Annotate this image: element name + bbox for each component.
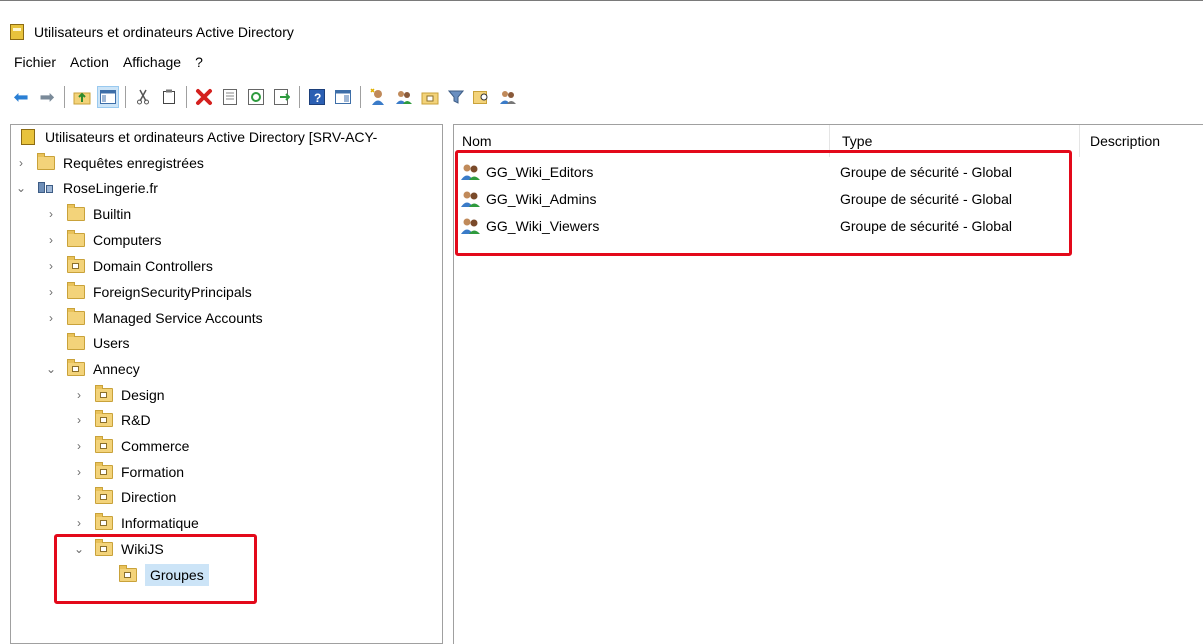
refresh-icon[interactable] [245, 86, 267, 108]
chevron-right-icon[interactable]: › [45, 233, 57, 247]
properties-icon[interactable] [219, 86, 241, 108]
svg-text:?: ? [314, 91, 321, 105]
tree-root[interactable]: Utilisateurs et ordinateurs Active Direc… [21, 125, 377, 149]
highlight-box-wikijs [54, 534, 257, 604]
aduc-root-icon [21, 129, 35, 145]
back-icon[interactable]: ⬅ [10, 86, 32, 108]
tree-item-builtin[interactable]: › Builtin [45, 202, 131, 226]
chevron-right-icon[interactable]: › [73, 516, 85, 530]
toolbar: ⬅ ➡ ? [10, 84, 523, 110]
toolbar-separator [360, 86, 361, 108]
toolbar-separator [299, 86, 300, 108]
folder-icon [67, 333, 85, 350]
tree-item-domain-controllers[interactable]: › Domain Controllers [45, 254, 213, 278]
chevron-right-icon[interactable]: › [45, 259, 57, 273]
tree-item-computers[interactable]: › Computers [45, 228, 161, 252]
tree-item-informatique[interactable]: › Informatique [73, 511, 199, 535]
ou-icon [95, 410, 113, 427]
tree-item-rd[interactable]: › R&D [73, 408, 151, 432]
chevron-right-icon[interactable]: › [15, 156, 27, 170]
tree-item-annecy[interactable]: ⌄ Annecy [45, 357, 140, 381]
tree-label: Formation [121, 464, 185, 480]
chevron-right-icon[interactable]: › [73, 490, 85, 504]
tree-label: ForeignSecurityPrincipals [93, 284, 252, 300]
tree-label: Informatique [121, 515, 199, 531]
tree-item-design[interactable]: › Design [73, 383, 165, 407]
copy-icon[interactable] [158, 86, 180, 108]
ou-icon [67, 359, 85, 376]
tree-item-managed-service-accounts[interactable]: › Managed Service Accounts [45, 306, 263, 330]
tree-item-saved-queries[interactable]: › Requêtes enregistrées [15, 151, 204, 175]
ou-icon [95, 385, 113, 402]
add-to-group-icon[interactable] [497, 86, 519, 108]
export-list-icon[interactable] [271, 86, 293, 108]
toolbar-separator [125, 86, 126, 108]
menu-affichage[interactable]: Affichage [123, 52, 181, 72]
folder-icon [67, 204, 85, 221]
menu-help[interactable]: ? [195, 52, 203, 72]
tree-label: Requêtes enregistrées [63, 155, 204, 171]
highlight-box-groups [455, 150, 1072, 256]
chevron-right-icon[interactable]: › [73, 388, 85, 402]
folder-icon [67, 230, 85, 247]
menu-action[interactable]: Action [70, 52, 109, 72]
find-icon[interactable] [471, 86, 493, 108]
tree-label: Annecy [93, 361, 140, 377]
domain-icon [37, 180, 55, 196]
tree-root-label: Utilisateurs et ordinateurs Active Direc… [45, 129, 378, 145]
tree-item-domain[interactable]: ⌄ RoseLingerie.fr [15, 176, 158, 200]
chevron-down-icon[interactable]: ⌄ [45, 362, 57, 376]
folder-icon [37, 153, 55, 170]
delete-icon[interactable] [193, 86, 215, 108]
chevron-right-icon[interactable]: › [73, 439, 85, 453]
tree-item-direction[interactable]: › Direction [73, 485, 176, 509]
filter-icon[interactable] [445, 86, 467, 108]
new-user-icon[interactable] [367, 86, 389, 108]
folder-icon [67, 282, 85, 299]
tree-label: Users [93, 335, 130, 351]
window-title: Utilisateurs et ordinateurs Active Direc… [34, 24, 294, 40]
folder-icon [67, 308, 85, 325]
forward-icon[interactable]: ➡ [36, 86, 58, 108]
aduc-app-icon [10, 24, 24, 40]
chevron-right-icon[interactable]: › [45, 285, 57, 299]
show-hide-tree-icon[interactable] [97, 86, 119, 108]
new-ou-icon[interactable] [419, 86, 441, 108]
tree-label: R&D [121, 412, 151, 428]
ou-icon [95, 487, 113, 504]
tree-label: Builtin [93, 206, 132, 222]
tree-label: Design [121, 387, 165, 403]
menu-fichier[interactable]: Fichier [14, 52, 56, 72]
ou-icon [67, 256, 85, 273]
new-group-icon[interactable] [393, 86, 415, 108]
console-view-icon[interactable] [332, 86, 354, 108]
column-header-description[interactable]: Description [1082, 125, 1203, 157]
cut-icon[interactable] [132, 86, 154, 108]
ou-icon [95, 462, 113, 479]
tree-item-commerce[interactable]: › Commerce [73, 434, 189, 458]
toolbar-separator [186, 86, 187, 108]
ou-icon [95, 513, 113, 530]
tree-label: RoseLingerie.fr [63, 180, 158, 196]
chevron-right-icon[interactable]: › [73, 465, 85, 479]
help-icon[interactable]: ? [306, 86, 328, 108]
tree-item-users[interactable]: Users [67, 331, 130, 355]
ou-icon [95, 436, 113, 453]
window-top-edge [0, 0, 1203, 8]
toolbar-separator [64, 86, 65, 108]
tree-item-foreign-security-principals[interactable]: › ForeignSecurityPrincipals [45, 280, 252, 304]
tree-label: Direction [121, 489, 177, 505]
chevron-right-icon[interactable]: › [45, 311, 57, 325]
tree-item-formation[interactable]: › Formation [73, 460, 184, 484]
tree-label: Computers [93, 232, 162, 248]
tree-label: Commerce [121, 438, 190, 454]
title-bar: Utilisateurs et ordinateurs Active Direc… [10, 20, 294, 44]
chevron-down-icon[interactable]: ⌄ [15, 181, 27, 195]
up-folder-icon[interactable] [71, 86, 93, 108]
chevron-right-icon[interactable]: › [45, 207, 57, 221]
menu-bar: Fichier Action Affichage ? [14, 50, 203, 74]
tree-label: Managed Service Accounts [93, 310, 263, 326]
tree-label: Domain Controllers [93, 258, 213, 274]
chevron-right-icon[interactable]: › [73, 413, 85, 427]
